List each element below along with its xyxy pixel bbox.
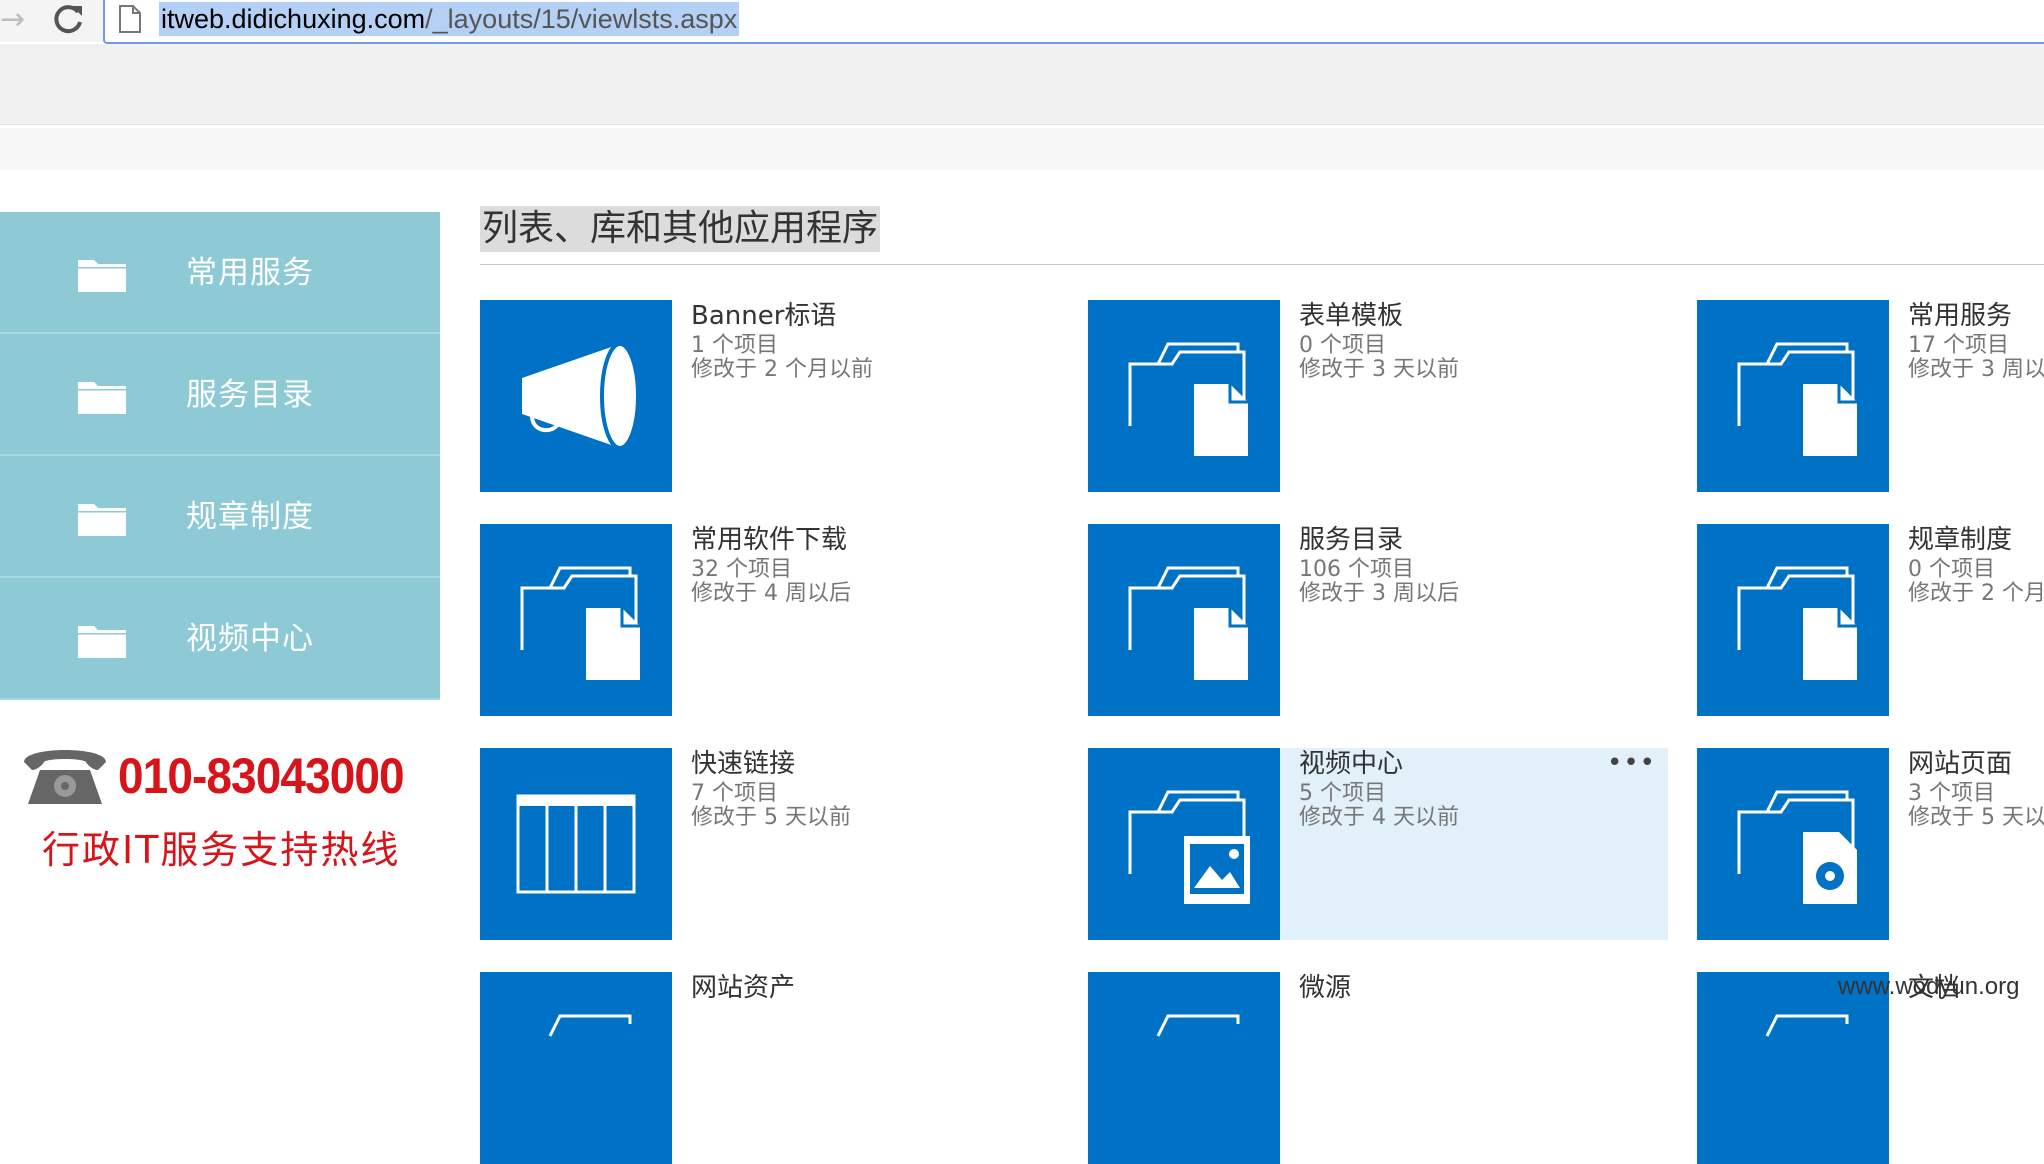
tile-title[interactable]: Banner标语 [691,300,836,332]
tile-modified: 修改于 2 个月以前 [691,357,873,382]
url-path: /_layouts/15/viewlsts.aspx [425,4,738,34]
tile-modified: 修改于 2 个月 [1908,581,2044,606]
tile-title[interactable]: 规章制度 [1908,524,2012,556]
folder-media-icon [1088,748,1280,940]
telephone-icon [24,750,106,804]
watermark: www.wodyun.org [1838,973,2020,1000]
tile-form-templates[interactable]: 表单模板 0 个项目 修改于 3 天以前 [1088,300,1668,492]
address-bar[interactable]: itweb.didichuxing.com/_layouts/15/viewls… [103,0,2044,44]
sidebar-item-common-services[interactable]: 常用服务 [0,212,440,334]
megaphone-icon [480,300,672,492]
sidebar-item-service-catalog[interactable]: 服务目录 [0,334,440,456]
more-options-icon[interactable]: ••• [1607,750,1656,776]
tile-common-services[interactable]: 常用服务 17 个项目 修改于 3 周以 [1697,300,2044,492]
tile-quick-links[interactable]: 快速链接 7 个项目 修改于 5 天以前 [480,748,1060,940]
tile-item-count: 17 个项目 [1908,333,2009,358]
tile-modified: 修改于 4 天以前 [1299,805,1459,830]
tile-title[interactable]: 常用服务 [1908,300,2012,332]
folder-icon [1088,972,1280,1164]
tile-item-count: 32 个项目 [691,557,792,582]
tile-item-count: 0 个项目 [1908,557,1995,582]
tile-title[interactable]: 服务目录 [1299,524,1403,556]
page-title: 列表、库和其他应用程序 [480,206,881,252]
tile-item-count: 106 个项目 [1299,557,1414,582]
tile-title[interactable]: 网站页面 [1908,748,2012,780]
tile-site-pages[interactable]: 网站页面 3 个项目 修改于 5 天以 [1697,748,2044,940]
folder-icon [78,626,126,658]
tile-modified: 修改于 3 天以前 [1299,357,1459,382]
page-icon [119,5,141,33]
url-host: itweb.didichuxing.com [161,4,426,34]
tile-modified: 修改于 5 天以 [1908,805,2044,830]
tile-title[interactable]: 网站资产 [691,972,795,1004]
tile-service-catalog[interactable]: 服务目录 106 个项目 修改于 3 周以后 [1088,524,1668,716]
folder-document-icon [1697,524,1889,716]
tile-title[interactable]: 视频中心 [1299,748,1403,780]
sidebar-item-label: 常用服务 [186,255,314,291]
folder-icon [480,972,672,1164]
folder-document-icon [1697,300,1889,492]
ribbon-bar [0,128,2044,170]
folder-page-icon [1697,748,1889,940]
tile-micro-source[interactable]: 微源 [1088,972,1668,1164]
title-divider [480,264,2044,265]
tile-modified: 修改于 4 周以后 [691,581,851,606]
url-text[interactable]: itweb.didichuxing.com/_layouts/15/viewls… [159,2,740,36]
sidebar-item-label: 视频中心 [186,621,314,657]
hotline-banner: 010-83043000 行政IT服务支持热线 [18,740,438,880]
tile-title[interactable]: 微源 [1299,972,1351,1004]
hotline-number: 010-83043000 [118,748,405,804]
tile-banner[interactable]: Banner标语 1 个项目 修改于 2 个月以前 [480,300,1060,492]
hotline-caption: 行政IT服务支持热线 [42,828,401,872]
tile-modified: 修改于 3 周以 [1908,357,2044,382]
list-columns-icon [480,748,672,940]
tile-site-assets[interactable]: 网站资产 [480,972,1060,1164]
tile-title[interactable]: 表单模板 [1299,300,1403,332]
tile-software-download[interactable]: 常用软件下载 32 个项目 修改于 4 周以后 [480,524,1060,716]
folder-document-icon [1088,524,1280,716]
tile-modified: 修改于 5 天以前 [691,805,851,830]
forward-arrow-icon[interactable]: → [0,2,28,38]
suite-bar [0,44,2044,125]
folder-icon [78,382,126,414]
tile-item-count: 0 个项目 [1299,333,1386,358]
sidebar-item-video-center[interactable]: 视频中心 [0,578,440,700]
folder-document-icon [480,524,672,716]
reload-icon[interactable] [48,0,88,40]
folder-icon [78,504,126,536]
tile-item-count: 1 个项目 [691,333,778,358]
tile-item-count: 5 个项目 [1299,781,1386,806]
folder-document-icon [1088,300,1280,492]
sidebar-item-label: 服务目录 [186,377,314,413]
quick-launch: 常用服务 服务目录 规章制度 视频中心 [0,212,440,700]
browser-toolbar: → itweb.didichuxing.com/_layouts/15/view… [0,0,2044,44]
tile-regulations[interactable]: 规章制度 0 个项目 修改于 2 个月 [1697,524,2044,716]
tile-item-count: 3 个项目 [1908,781,1995,806]
sidebar-item-label: 规章制度 [186,499,314,535]
tile-video-center[interactable]: 视频中心 5 个项目 修改于 4 天以前 ••• [1088,748,1668,940]
folder-icon [78,260,126,292]
tile-title[interactable]: 快速链接 [691,748,795,780]
tile-title[interactable]: 常用软件下载 [691,524,847,556]
sidebar-item-regulations[interactable]: 规章制度 [0,456,440,578]
tile-item-count: 7 个项目 [691,781,778,806]
tile-modified: 修改于 3 周以后 [1299,581,1459,606]
